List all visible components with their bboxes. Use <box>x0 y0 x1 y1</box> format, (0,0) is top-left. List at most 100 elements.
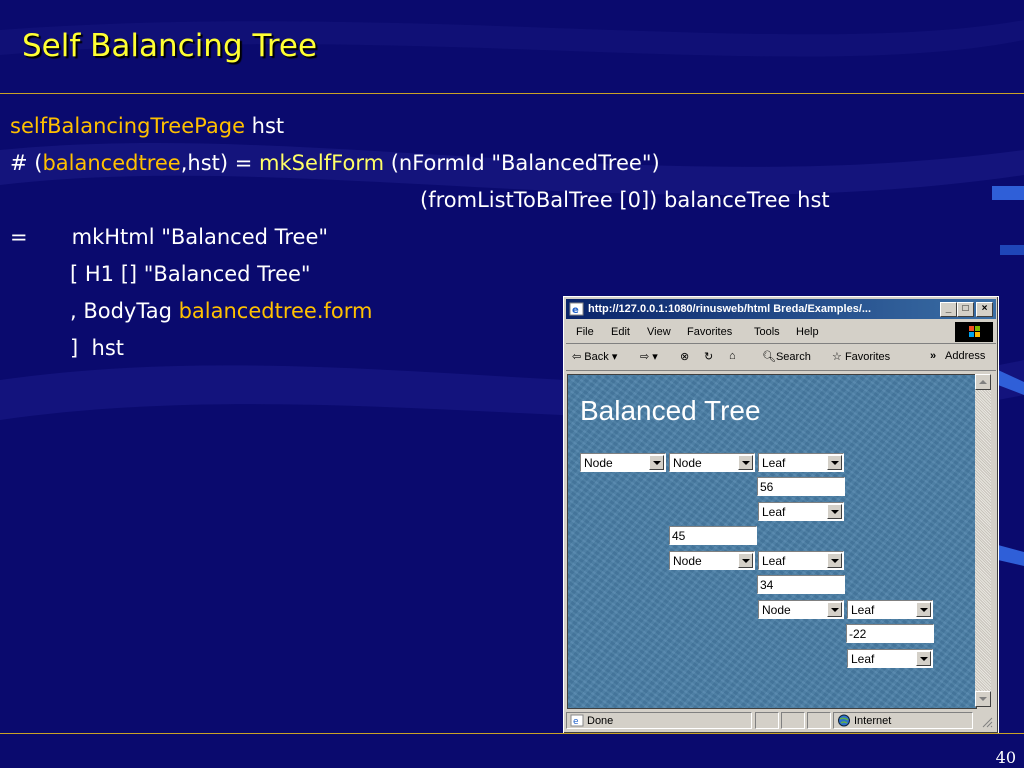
code-text: (nFormId "BalancedTree") <box>384 151 660 175</box>
svg-text:e: e <box>572 305 579 316</box>
input-value: 34 <box>760 578 774 592</box>
tree-select-right-right[interactable]: Node <box>758 600 844 619</box>
svg-text:e: e <box>573 717 579 727</box>
chevron-down-icon <box>979 697 987 701</box>
select-value: Leaf <box>851 652 875 666</box>
menu-view[interactable]: View <box>647 326 671 338</box>
top-divider <box>0 93 1024 94</box>
code-text: # ( <box>10 151 43 175</box>
forward-arrow-icon: ⇨ <box>640 351 650 363</box>
input-value: -22 <box>849 627 867 641</box>
zone-label: Internet <box>854 715 892 727</box>
tree-value-input[interactable]: 45 <box>669 526 757 545</box>
status-text-pane: e Done <box>566 712 752 729</box>
chevron-down-icon <box>916 602 931 617</box>
chevron-down-icon <box>738 553 753 568</box>
browser-title: http://127.0.0.1:1080/rinusweb/html Bred… <box>588 303 872 315</box>
tree-select-left-left[interactable]: Leaf <box>758 453 844 472</box>
refresh-icon[interactable]: ↻ <box>704 350 713 363</box>
code-var: balancedtree.form <box>178 299 373 323</box>
security-zone-pane: Internet <box>833 712 973 729</box>
chevron-down-icon <box>649 455 664 470</box>
browser-window: e http://127.0.0.1:1080/rinusweb/html Br… <box>563 296 999 734</box>
menu-edit[interactable]: Edit <box>611 326 630 338</box>
tree-select-rr-left[interactable]: Leaf <box>847 600 933 619</box>
windows-logo-icon <box>955 322 993 342</box>
address-label[interactable]: Address <box>945 350 985 362</box>
back-arrow-icon: ⇦ <box>572 351 582 363</box>
menu-tools[interactable]: Tools <box>754 326 780 338</box>
code-line-2: # (balancedtree,hst) = mkSelfForm (nForm… <box>10 145 830 182</box>
code-line-3: (fromListToBalTree [0]) balanceTree hst <box>10 182 830 219</box>
menu-file[interactable]: File <box>576 326 594 338</box>
code-line-4: = mkHtml "Balanced Tree" <box>10 219 830 256</box>
scroll-down-button[interactable] <box>975 691 991 707</box>
input-value: 56 <box>760 480 774 494</box>
code-fn-name: selfBalancingTreePage <box>10 114 245 138</box>
chevron-down-icon <box>827 602 842 617</box>
code-var: balancedtree <box>42 151 181 175</box>
menu-favorites[interactable]: Favorites <box>687 326 732 338</box>
scroll-up-button[interactable] <box>975 374 991 390</box>
home-icon[interactable]: ⌂ <box>729 350 736 362</box>
favorites-label: Favorites <box>844 351 891 363</box>
code-text: ] hst <box>70 336 125 360</box>
tree-value-input[interactable]: -22 <box>846 624 934 643</box>
status-pane <box>807 712 831 729</box>
stop-icon[interactable]: ⊗ <box>680 350 689 363</box>
vertical-scrollbar[interactable] <box>975 374 991 707</box>
favorites-icon: ☆ <box>832 351 842 363</box>
chevron-down-icon <box>827 504 842 519</box>
chevron-down-icon <box>827 553 842 568</box>
forward-button[interactable]: ⇨ ▾ <box>640 350 658 363</box>
tree-select-root[interactable]: Node <box>580 453 666 472</box>
select-value: Leaf <box>851 603 875 617</box>
browser-titlebar[interactable]: e http://127.0.0.1:1080/rinusweb/html Br… <box>566 299 996 319</box>
code-line-1: selfBalancingTreePage hst <box>10 108 830 145</box>
menu-bar: File Edit View Favorites Tools Help <box>566 321 996 344</box>
chevron-down-icon: ▾ <box>652 351 658 363</box>
maximize-button[interactable]: □ <box>957 302 974 317</box>
search-label: Search <box>775 351 811 363</box>
search-icon: 🔍︎ <box>762 351 776 363</box>
ie-page-icon: e <box>569 302 584 316</box>
code-fn-call: mkSelfForm <box>259 151 385 175</box>
menu-help[interactable]: Help <box>796 326 819 338</box>
status-bar: e Done Internet <box>566 711 996 730</box>
tree-select-right-left[interactable]: Leaf <box>758 551 844 570</box>
code-text: [ H1 [] "Balanced Tree" <box>70 262 311 286</box>
chevron-down-icon <box>827 455 842 470</box>
select-value: Node <box>762 603 791 617</box>
select-value: Node <box>584 456 613 470</box>
chevron-up-icon <box>979 380 987 384</box>
code-line-5: [ H1 [] "Balanced Tree" <box>10 256 830 293</box>
select-value: Leaf <box>762 505 786 519</box>
resize-grip-icon[interactable] <box>981 716 993 728</box>
input-value: 45 <box>672 529 686 543</box>
search-button[interactable]: 🔍︎Search <box>762 350 811 363</box>
tree-select-left[interactable]: Node <box>669 453 755 472</box>
tree-select-left-right[interactable]: Leaf <box>758 502 844 521</box>
globe-icon <box>838 714 850 727</box>
minimize-button[interactable]: _ <box>940 302 957 317</box>
tree-select-right[interactable]: Node <box>669 551 755 570</box>
select-value: Node <box>673 456 702 470</box>
favorites-button[interactable]: ☆ Favorites <box>832 350 890 363</box>
slide-number: 40 <box>995 748 1016 767</box>
toolbar-overflow-button[interactable]: » <box>930 350 936 362</box>
code-text: = <box>10 225 28 249</box>
code-text: ,hst) = <box>180 151 260 175</box>
tree-value-input[interactable]: 56 <box>757 477 845 496</box>
close-button[interactable]: × <box>976 302 993 317</box>
back-button[interactable]: ⇦ Back ▾ <box>572 350 617 363</box>
chevron-down-icon <box>738 455 753 470</box>
status-pane <box>755 712 779 729</box>
browser-toolbar: ⇦ Back ▾ ⇨ ▾ ⊗ ↻ ⌂ 🔍︎Search ☆ Favorites … <box>566 345 996 371</box>
chevron-down-icon: ▾ <box>611 351 618 363</box>
tree-select-rr-right[interactable]: Leaf <box>847 649 933 668</box>
status-pane <box>781 712 805 729</box>
status-text: Done <box>587 715 614 727</box>
page-done-icon: e <box>570 714 584 727</box>
tree-value-input[interactable]: 34 <box>757 575 845 594</box>
select-value: Node <box>673 554 702 568</box>
